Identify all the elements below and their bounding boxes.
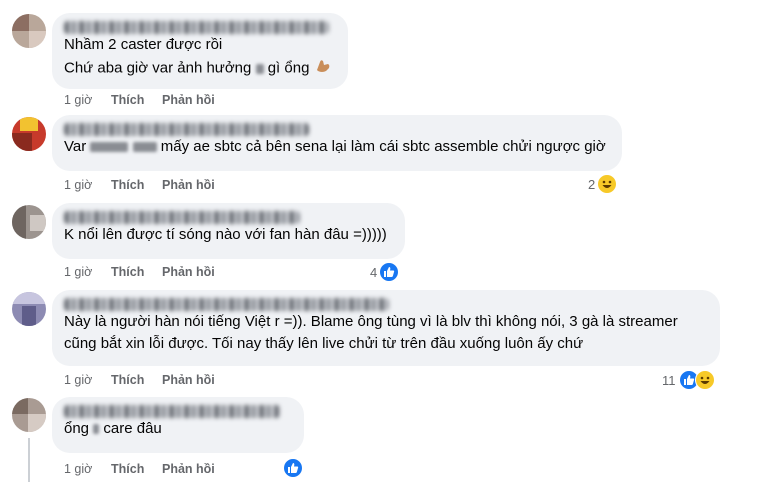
timestamp[interactable]: 1 giờ xyxy=(64,373,92,387)
author-name-blurred[interactable] xyxy=(64,405,280,418)
reaction-count: 11 xyxy=(662,372,676,388)
comment-text-line: Var mấy ae sbtc cả bên sena lại làm cái … xyxy=(64,136,610,158)
redacted-word xyxy=(255,63,264,74)
reaction-summary[interactable]: 11 xyxy=(662,370,715,390)
timestamp[interactable]: 1 giờ xyxy=(64,93,92,107)
redacted-word xyxy=(93,424,100,435)
comment-text: Chứ aba giờ var ảnh hưởng xyxy=(64,59,252,77)
reply-link[interactable]: Phản hồi xyxy=(162,373,215,387)
pointing-emoji-icon xyxy=(314,56,332,81)
comment-bubble: Này là người hàn nói tiếng Việt r =)). B… xyxy=(52,290,720,366)
reply-link[interactable]: Phản hồi xyxy=(162,93,215,107)
comment-bubble: Var mấy ae sbtc cả bên sena lại làm cái … xyxy=(52,115,622,171)
comment-text: ổng xyxy=(64,420,90,437)
author-name-blurred[interactable] xyxy=(64,21,329,34)
reply-link[interactable]: Phản hồi xyxy=(162,265,215,279)
like-link[interactable]: Thích xyxy=(111,462,144,476)
author-name-blurred[interactable] xyxy=(64,123,309,136)
comment-text-line: Chứ aba giờ var ảnh hưởng gì ổng xyxy=(64,56,336,81)
reply-link[interactable]: Phản hồi xyxy=(162,462,215,476)
timestamp[interactable]: 1 giờ xyxy=(64,265,92,279)
timestamp[interactable]: 1 giờ xyxy=(64,178,92,192)
like-link[interactable]: Thích xyxy=(111,93,144,107)
avatar[interactable] xyxy=(12,117,46,151)
comment-bubble: ổng care đâu xyxy=(52,397,304,453)
comment-text-line: Nhầm 2 caster được rồi xyxy=(64,36,223,53)
avatar[interactable] xyxy=(12,398,46,432)
comment-bubble: K nổi lên được tí sóng nào với fan hàn đ… xyxy=(52,203,405,259)
reaction-summary[interactable] xyxy=(283,458,303,478)
comment-text-line: K nổi lên được tí sóng nào với fan hàn đ… xyxy=(64,226,387,243)
author-name-blurred[interactable] xyxy=(64,298,389,311)
like-icon xyxy=(379,262,400,282)
author-name-blurred[interactable] xyxy=(64,211,300,224)
comment-text: care đâu xyxy=(103,420,162,437)
comment-text-line: cũng bắt xin lỗi được. Tối nay thấy lên … xyxy=(64,335,584,352)
like-link[interactable]: Thích xyxy=(111,265,144,279)
comment-text-line: Này là người hàn nói tiếng Việt r =)). B… xyxy=(64,313,678,330)
haha-icon xyxy=(597,174,618,194)
reply-link[interactable]: Phản hồi xyxy=(162,178,215,192)
like-link[interactable]: Thích xyxy=(111,373,144,387)
like-link[interactable]: Thích xyxy=(111,178,144,192)
thread-line xyxy=(28,438,30,482)
reaction-count: 2 xyxy=(588,176,596,192)
comment-text: Var xyxy=(64,138,87,155)
comment-text: mấy ae sbtc cả bên sena lại làm cái sbtc… xyxy=(160,138,606,155)
avatar[interactable] xyxy=(12,205,46,239)
avatar[interactable] xyxy=(12,292,46,326)
like-icon xyxy=(283,458,303,478)
comment-bubble: Nhầm 2 caster được rồi Chứ aba giờ var ả… xyxy=(52,13,348,89)
timestamp[interactable]: 1 giờ xyxy=(64,462,92,476)
haha-icon xyxy=(694,370,715,390)
reaction-summary[interactable]: 2 xyxy=(588,174,618,194)
comment-text-line: ổng care đâu xyxy=(64,418,292,440)
reaction-summary[interactable]: 4 xyxy=(370,262,400,282)
redacted-word xyxy=(132,142,157,153)
comment-text: gì ổng xyxy=(267,59,310,77)
avatar[interactable] xyxy=(12,14,46,48)
reaction-count: 4 xyxy=(370,264,378,280)
redacted-word xyxy=(90,142,129,153)
